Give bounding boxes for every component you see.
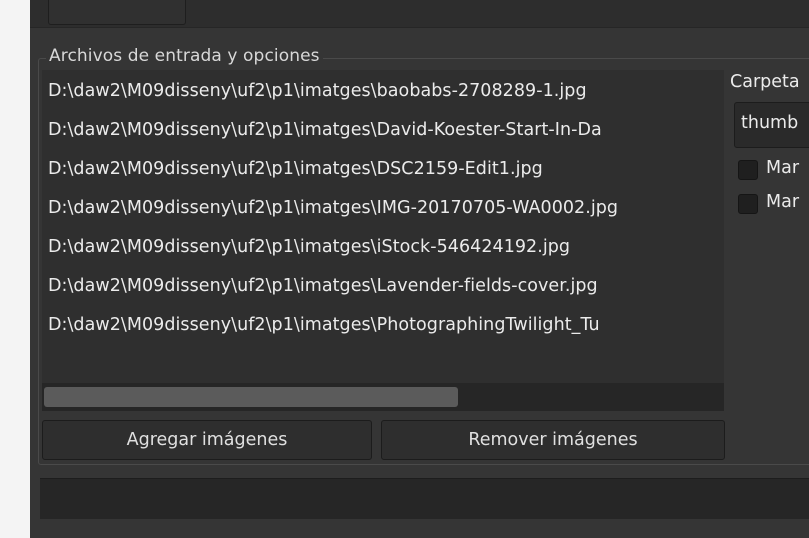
checkbox-label: Mar <box>766 158 800 178</box>
main-window: Archivos de entrada y opciones D:\daw2\M… <box>30 0 809 538</box>
remove-images-button[interactable]: Remover imágenes <box>381 420 725 460</box>
output-options-panel: Carpeta thumb Mar Mar <box>724 70 809 411</box>
file-list-item[interactable]: D:\daw2\M09disseny\uf2\p1\imatges\baobab… <box>48 72 587 110</box>
top-button[interactable] <box>48 0 186 25</box>
checkbox[interactable] <box>738 194 758 214</box>
output-folder-input[interactable]: thumb <box>734 102 809 148</box>
file-list-item[interactable]: D:\daw2\M09disseny\uf2\p1\imatges\DSC215… <box>48 150 543 188</box>
output-folder-value: thumb <box>741 113 799 133</box>
top-toolbar <box>30 0 809 28</box>
output-folder-label: Carpeta <box>730 72 800 92</box>
file-list-item[interactable]: D:\daw2\M09disseny\uf2\p1\imatges\IMG-20… <box>48 189 618 227</box>
add-images-button[interactable]: Agregar imágenes <box>42 420 372 460</box>
horizontal-scrollbar[interactable] <box>42 383 724 411</box>
file-list[interactable]: D:\daw2\M09disseny\uf2\p1\imatges\baobab… <box>42 70 724 410</box>
file-list-item[interactable]: D:\daw2\M09disseny\uf2\p1\imatges\iStock… <box>48 228 570 266</box>
file-list-item[interactable]: D:\daw2\M09disseny\uf2\p1\imatges\Lavend… <box>48 267 598 305</box>
file-list-item[interactable]: D:\daw2\M09disseny\uf2\p1\imatges\David-… <box>48 111 602 149</box>
group-title: Archivos de entrada y opciones <box>46 46 323 66</box>
checkbox[interactable] <box>738 160 758 180</box>
checkbox-label: Mar <box>766 192 800 212</box>
file-list-item[interactable]: D:\daw2\M09disseny\uf2\p1\imatges\Photog… <box>48 306 600 344</box>
bottom-field[interactable] <box>40 478 809 519</box>
scrollbar-thumb[interactable] <box>44 387 458 407</box>
